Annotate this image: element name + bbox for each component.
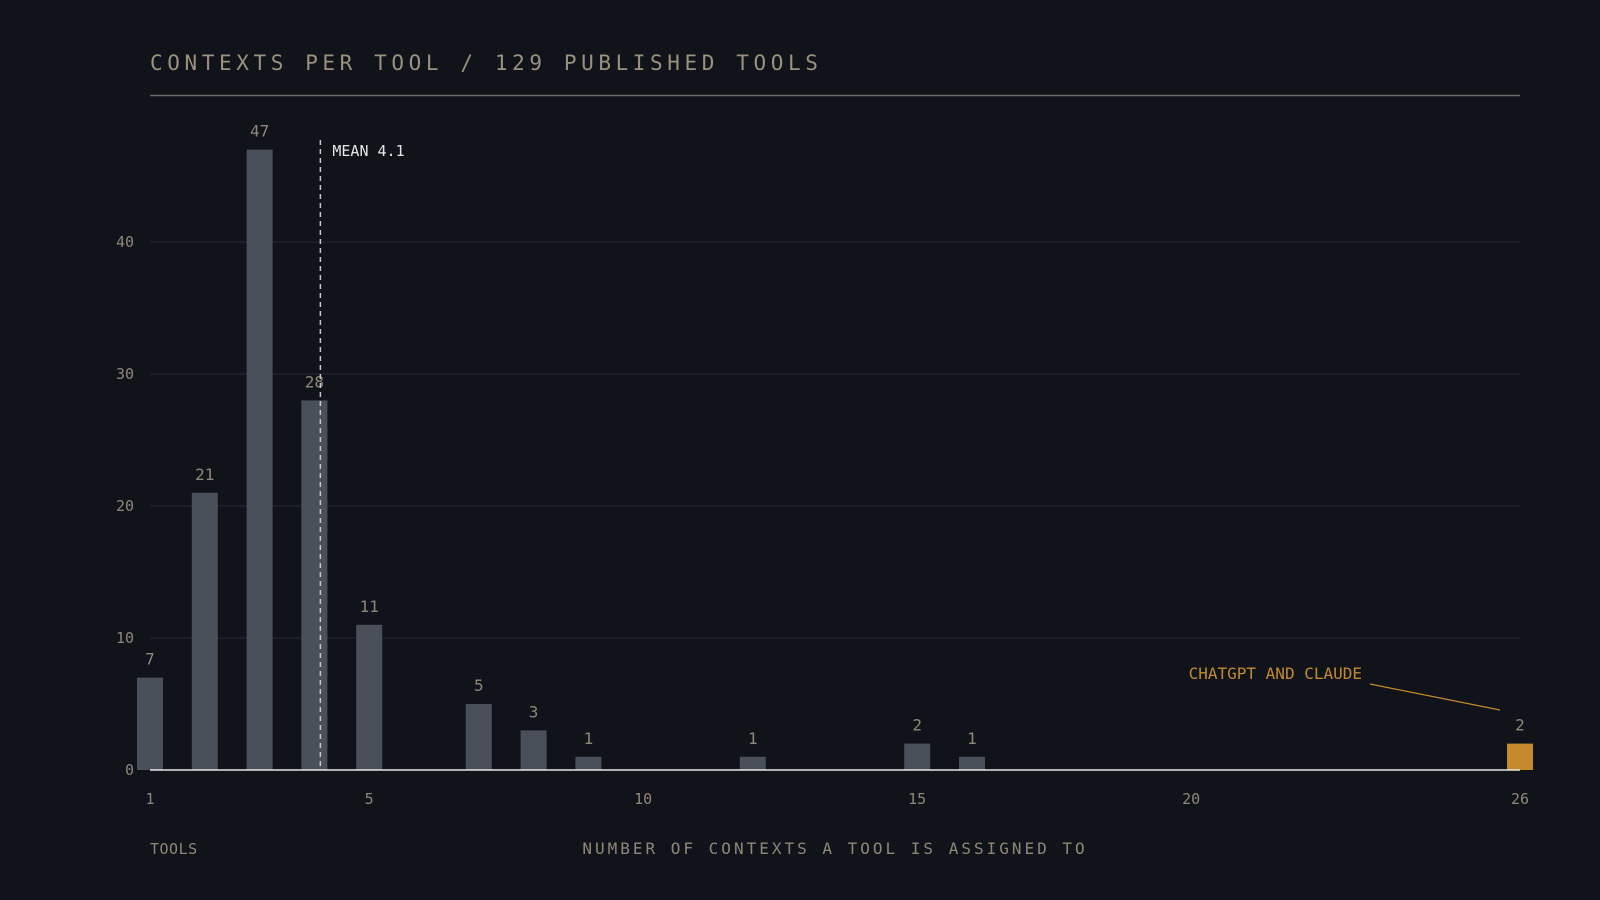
y-tick-label: 40: [116, 233, 134, 251]
highlighted-bar: [1507, 743, 1533, 770]
x-tick-label: 15: [908, 790, 926, 808]
bar-value-label: 2: [912, 716, 922, 735]
bar: [137, 677, 163, 770]
chart-title: CONTEXTS PER TOOL / 129 PUBLISHED TOOLS: [150, 51, 822, 75]
histogram-chart: CONTEXTS PER TOOL / 129 PUBLISHED TOOLS …: [116, 51, 1533, 858]
bar: [356, 624, 383, 770]
bar: [465, 704, 492, 770]
annotation-label: CHATGPT AND CLAUDE: [1189, 664, 1362, 683]
mean-label: MEAN 4.1: [332, 142, 404, 160]
bar-value-label: 47: [250, 122, 269, 141]
y-tick-label: 30: [116, 365, 134, 383]
bar: [739, 756, 766, 770]
bar-value-label: 2: [1515, 716, 1525, 735]
x-axis-title: NUMBER OF CONTEXTS A TOOL IS ASSIGNED TO: [582, 839, 1087, 858]
bar-value-label: 1: [584, 729, 594, 748]
y-axis-title: TOOLS: [150, 840, 198, 858]
y-tick-label: 20: [116, 497, 134, 515]
bar-labels: 721472811531 1212: [145, 122, 1525, 748]
bar-value-label: 3: [529, 702, 539, 721]
x-tick-label: 26: [1511, 790, 1529, 808]
x-tick-label: 5: [365, 790, 374, 808]
x-tick-label: 10: [634, 790, 652, 808]
bar-value-label: 28: [305, 372, 324, 391]
x-tick-label: 1: [145, 790, 154, 808]
bar: [246, 149, 273, 771]
bar: [959, 756, 985, 770]
bar: [301, 400, 328, 770]
bar-value-label: 21: [195, 465, 214, 484]
grid-lines: [150, 241, 1520, 639]
bar-value-label: 1: [967, 729, 977, 748]
bar-value-label: 7: [145, 650, 155, 669]
bar-value-label: 5: [474, 676, 484, 695]
y-axis-ticks: 0 10 20 30 40: [116, 233, 134, 779]
annotation-leader-line: [1369, 683, 1501, 711]
bar-value-label: 1: [748, 729, 758, 748]
bar-value-label: 11: [360, 597, 379, 616]
bar: [520, 730, 547, 770]
x-axis-ticks: 1 5 10 15 20 26: [145, 790, 1529, 808]
y-tick-label: 10: [116, 629, 134, 647]
x-tick-label: 20: [1182, 790, 1200, 808]
bar: [904, 743, 931, 770]
y-tick-label: 0: [125, 761, 134, 779]
bar: [191, 492, 218, 770]
bar: [575, 756, 602, 770]
